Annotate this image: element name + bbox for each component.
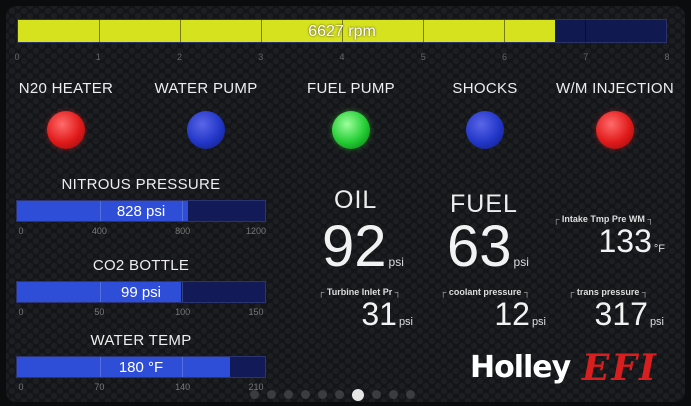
page-dot[interactable] bbox=[335, 390, 344, 399]
indicator-wm-injection[interactable]: W/M INJECTION bbox=[545, 80, 685, 149]
indicator-lamp bbox=[596, 111, 634, 149]
gauge-tick-label: 100 bbox=[175, 307, 191, 317]
page-dot[interactable] bbox=[389, 390, 398, 399]
gauge-readout: 180 °F bbox=[118, 359, 164, 376]
page-dot[interactable] bbox=[406, 390, 415, 399]
rpm-scale: 0 1 2 3 4 5 6 7 8 bbox=[14, 52, 670, 64]
page-dot[interactable] bbox=[267, 390, 276, 399]
gauge-tick-label: 0 bbox=[18, 226, 24, 236]
gauge-tick-label: 50 bbox=[94, 307, 105, 317]
gauge-tick-label: 150 bbox=[248, 307, 264, 317]
indicator-lamp bbox=[466, 111, 504, 149]
indicator-water-pump[interactable]: WATER PUMP bbox=[136, 80, 276, 149]
readout-unit: psi bbox=[531, 316, 546, 328]
indicator-label: WATER PUMP bbox=[154, 80, 258, 97]
indicator-label: N20 HEATER bbox=[18, 80, 114, 97]
indicator-label: SHOCKS bbox=[452, 80, 518, 97]
readout-unit: psi bbox=[649, 316, 664, 328]
gauge-scale: 0 70 140 210 bbox=[16, 382, 266, 394]
gauge-tick-label: 0 bbox=[18, 307, 24, 317]
gauge-bar: 180 °F bbox=[16, 356, 266, 378]
gauge-scale: 0 50 100 150 bbox=[16, 307, 266, 319]
gauge-title: CO2 BOTTLE bbox=[92, 257, 190, 274]
gauge-tick-label: 70 bbox=[94, 382, 105, 392]
rpm-readout: 6627 rpm bbox=[308, 23, 376, 40]
gauge-tick-label: 0 bbox=[18, 382, 24, 392]
indicator-fuel-pump[interactable]: FUEL PUMP bbox=[281, 80, 421, 149]
readout-oil[interactable]: OIL bbox=[334, 186, 377, 215]
gauge-title: WATER TEMP bbox=[90, 332, 192, 349]
gauge-readout: 99 psi bbox=[120, 284, 162, 301]
readout-trans-pressure[interactable]: ┌ trans pressure ┐ 317 psi bbox=[568, 287, 664, 339]
page-dot[interactable] bbox=[250, 390, 259, 399]
readout-value: 92 bbox=[322, 214, 387, 279]
logo-brand: Holley bbox=[470, 350, 571, 385]
readout-value: 133 bbox=[598, 223, 652, 259]
gauge-co2-bottle[interactable]: CO2 BOTTLE 99 psi 0 50 100 150 bbox=[16, 257, 266, 319]
gauge-water-temp[interactable]: WATER TEMP 180 °F 0 70 140 210 bbox=[16, 332, 266, 394]
readout-title: OIL bbox=[334, 186, 378, 214]
readout-unit: psi bbox=[398, 316, 413, 328]
indicator-label: W/M INJECTION bbox=[555, 80, 675, 97]
page-indicator[interactable] bbox=[250, 389, 415, 402]
readout-turbine-inlet[interactable]: ┌ Turbine Inlet Pr ┐ 31 psi bbox=[318, 287, 413, 339]
readout-value: 31 bbox=[361, 296, 397, 332]
page-dot[interactable] bbox=[372, 390, 381, 399]
readout-intake-temp[interactable]: ┌ Intake Tmp Pre WM ┐ 133 °F bbox=[553, 214, 665, 266]
gauge-nitrous-pressure[interactable]: NITROUS PRESSURE 828 psi 0 400 800 1200 bbox=[16, 176, 266, 238]
readout-coolant-pressure[interactable]: ┌ coolant pressure ┐ 12 psi bbox=[440, 287, 546, 339]
indicator-label: FUEL PUMP bbox=[307, 80, 395, 97]
gauge-tick-label: 800 bbox=[175, 226, 191, 236]
gauge-readout: 828 psi bbox=[116, 203, 166, 220]
gauge-scale: 0 400 800 1200 bbox=[16, 226, 266, 238]
logo-product: EFI bbox=[582, 347, 658, 389]
readout-unit: °F bbox=[653, 243, 665, 255]
indicator-lamp bbox=[187, 111, 225, 149]
gauge-tick-label: 400 bbox=[91, 226, 107, 236]
readout-value: 12 bbox=[494, 296, 530, 332]
readout-oil-value-group: 92 psi bbox=[322, 218, 404, 276]
readout-value: 63 bbox=[447, 214, 512, 279]
rpm-tick-label: 0 bbox=[14, 52, 20, 62]
page-dot-active[interactable] bbox=[352, 389, 364, 401]
holley-efi-logo: Holley EFI bbox=[470, 347, 670, 390]
page-dot[interactable] bbox=[284, 390, 293, 399]
rpm-tick-label: 4 bbox=[339, 52, 345, 62]
gauge-tick-label: 1200 bbox=[245, 226, 267, 236]
indicator-lamp bbox=[332, 111, 370, 149]
page-dot[interactable] bbox=[318, 390, 327, 399]
readout-fuel-value-group: 63 psi bbox=[447, 218, 529, 276]
rpm-tick-label: 1 bbox=[95, 52, 101, 62]
gauge-tick-label: 140 bbox=[175, 382, 191, 392]
rpm-tick-label: 8 bbox=[664, 52, 670, 62]
rpm-tick-label: 2 bbox=[176, 52, 183, 62]
readout-unit: psi bbox=[388, 255, 404, 269]
page-dot[interactable] bbox=[301, 390, 310, 399]
rpm-tick-label: 6 bbox=[501, 52, 508, 62]
gauge-title: NITROUS PRESSURE bbox=[61, 176, 221, 193]
indicator-shocks[interactable]: SHOCKS bbox=[415, 80, 555, 149]
rpm-bar: 6627 rpm bbox=[17, 19, 667, 43]
rpm-tick-label: 7 bbox=[583, 52, 589, 62]
gauge-bar: 99 psi bbox=[16, 281, 266, 303]
indicator-lamp bbox=[47, 111, 85, 149]
indicator-n20-heater[interactable]: N20 HEATER bbox=[0, 80, 136, 149]
rpm-tick-label: 5 bbox=[420, 52, 426, 62]
readout-value: 317 bbox=[594, 296, 648, 332]
gauge-bar: 828 psi bbox=[16, 200, 266, 222]
readout-unit: psi bbox=[513, 255, 529, 269]
rpm-tick-label: 3 bbox=[258, 52, 264, 62]
